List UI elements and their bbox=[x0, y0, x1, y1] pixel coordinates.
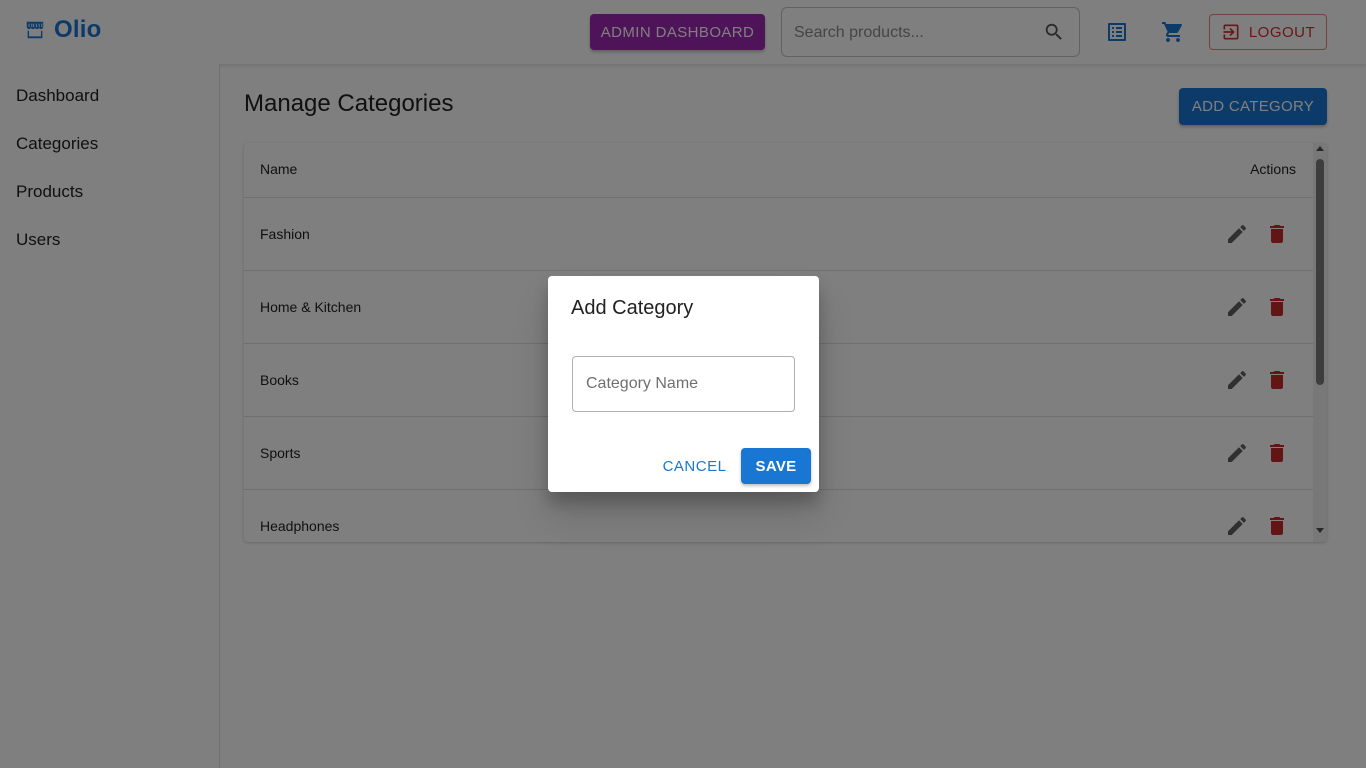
save-button[interactable]: SAVE bbox=[741, 448, 811, 484]
add-category-dialog: Add Category CANCEL SAVE bbox=[548, 276, 819, 492]
dialog-title: Add Category bbox=[571, 297, 694, 319]
cancel-button[interactable]: CANCEL bbox=[658, 448, 731, 484]
category-name-field[interactable] bbox=[572, 356, 795, 412]
